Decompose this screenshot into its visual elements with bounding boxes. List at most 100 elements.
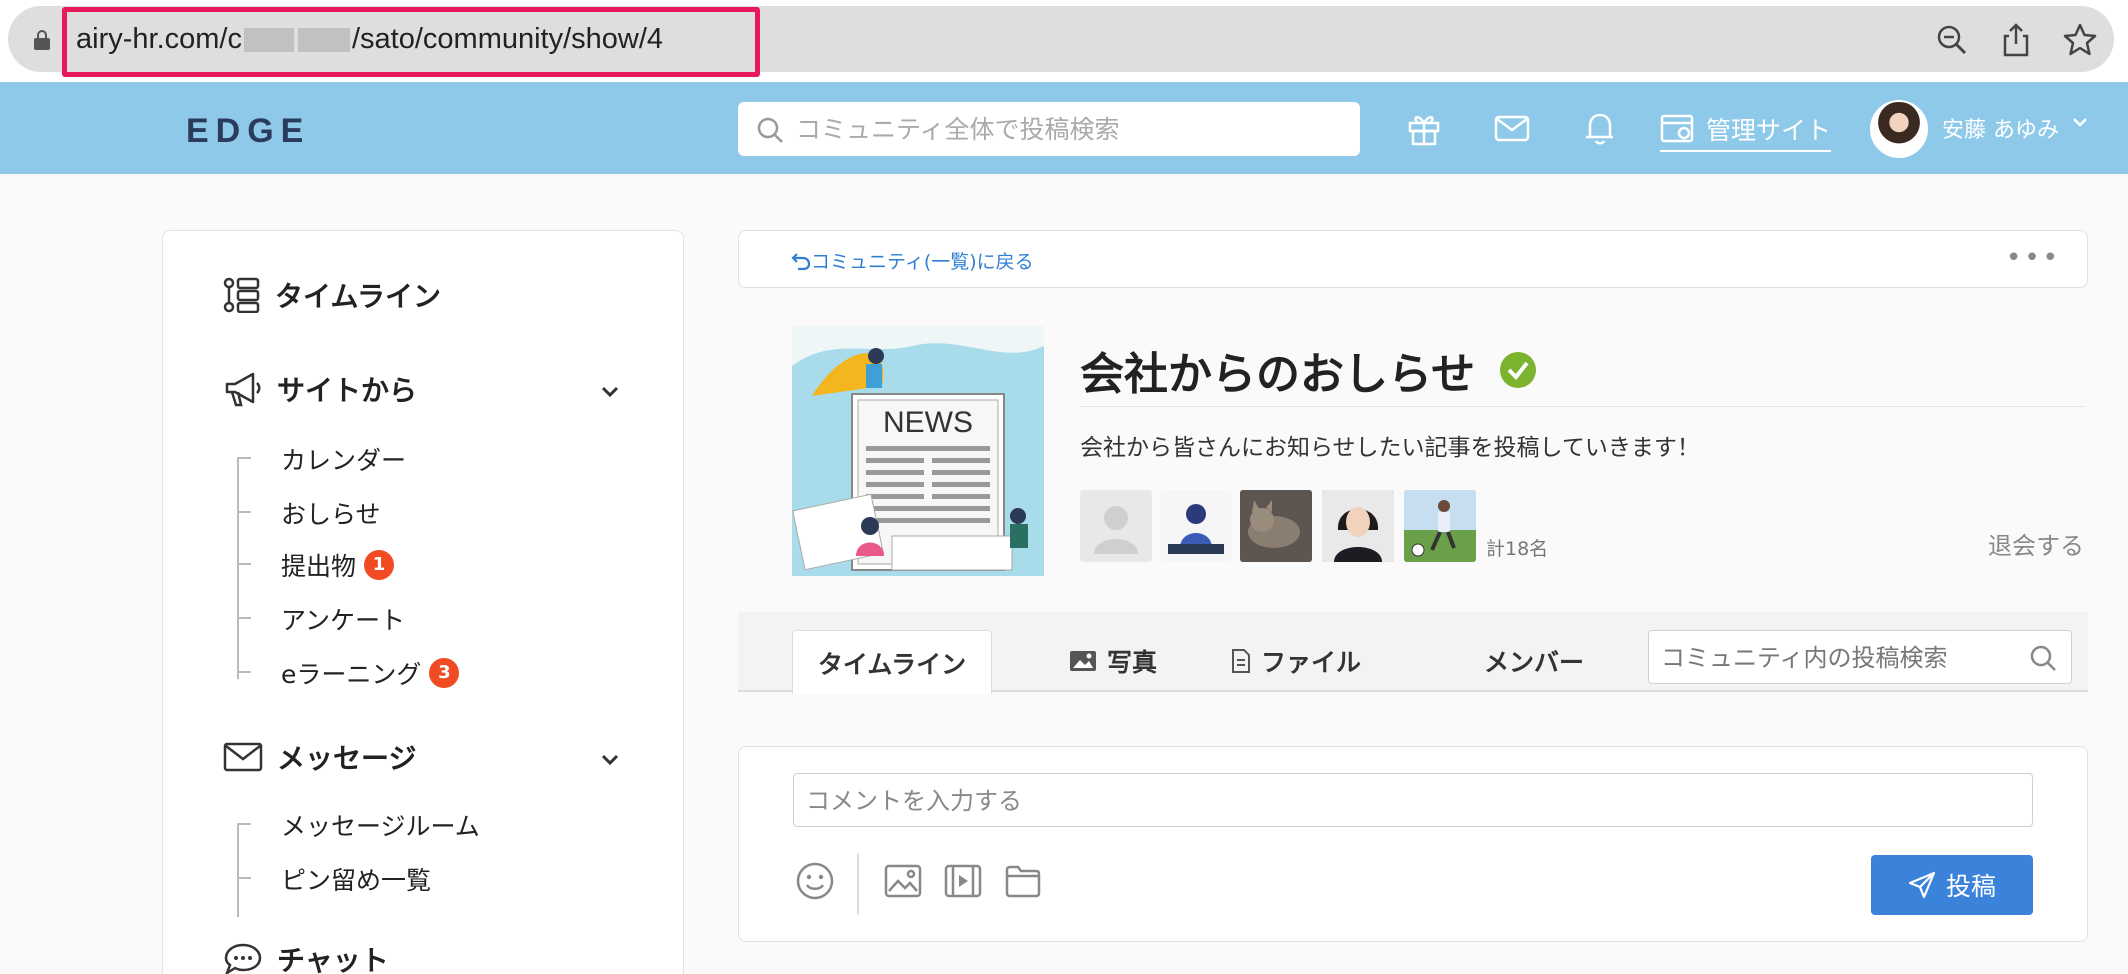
sidebar-section-chat[interactable]: チャット bbox=[223, 939, 389, 974]
search-icon[interactable] bbox=[2029, 644, 2057, 672]
tab-label: 写真 bbox=[1106, 648, 1157, 677]
sidebar-item-label: タイムライン bbox=[275, 280, 442, 313]
member-avatar[interactable] bbox=[1160, 490, 1232, 562]
global-search[interactable] bbox=[738, 102, 1360, 156]
sidebar-item-timeline[interactable]: タイムライン bbox=[223, 275, 441, 315]
image-upload-icon[interactable] bbox=[883, 861, 923, 901]
soccer-photo bbox=[1404, 490, 1476, 562]
chevron-down-icon[interactable] bbox=[2070, 112, 2090, 132]
browser-toolbar: airy-hr.com/c/sato/community/show/4 bbox=[0, 0, 2128, 82]
notification-badge: 1 bbox=[364, 550, 395, 580]
sidebar-section-label: サイトから bbox=[277, 374, 418, 407]
comment-field[interactable] bbox=[793, 773, 2033, 827]
sidebar-item-news[interactable]: おしらせ bbox=[237, 495, 381, 531]
tree-connector bbox=[237, 457, 239, 679]
community-post-search[interactable] bbox=[1648, 630, 2072, 684]
community-title-text: 会社からのおしらせ bbox=[1080, 349, 1476, 400]
sidebar-item-calendar[interactable]: カレンダー bbox=[237, 441, 407, 477]
emoji-icon[interactable] bbox=[795, 861, 835, 901]
gift-icon[interactable] bbox=[1404, 108, 1444, 148]
community-search-input[interactable] bbox=[1661, 640, 2011, 676]
user-avatar[interactable] bbox=[1870, 100, 1928, 158]
timeline-icon bbox=[223, 277, 260, 313]
community-banner-image: NEWS bbox=[792, 326, 1044, 576]
share-icon[interactable] bbox=[1998, 22, 2034, 58]
zoom-icon[interactable] bbox=[1934, 22, 1970, 58]
sidebar-item-label: アンケート bbox=[281, 606, 406, 635]
portrait-photo bbox=[1322, 490, 1394, 562]
divider bbox=[1080, 406, 2086, 407]
chevron-down-icon[interactable] bbox=[599, 749, 621, 771]
sidebar-section-site[interactable]: サイトから bbox=[223, 369, 417, 409]
member-avatar[interactable] bbox=[1080, 490, 1152, 562]
sidebar-item-label: ピン留め一覧 bbox=[281, 866, 432, 895]
megaphone-icon bbox=[225, 372, 261, 407]
search-input[interactable] bbox=[796, 110, 1336, 148]
sidebar-section-message[interactable]: メッセージ bbox=[223, 737, 416, 777]
community-tab-bar: タイムライン 写真 ファイル メンバー bbox=[738, 612, 2088, 694]
video-upload-icon[interactable] bbox=[943, 861, 983, 901]
document-icon bbox=[1231, 649, 1250, 673]
sidebar-item-elearning[interactable]: eラーニング 3 bbox=[237, 655, 460, 691]
admin-site-link[interactable]: 管理サイト bbox=[1660, 108, 1832, 152]
send-icon bbox=[1908, 871, 1936, 899]
folder-upload-icon[interactable] bbox=[1003, 861, 1043, 901]
image-icon bbox=[1069, 651, 1096, 671]
tab-label: ファイル bbox=[1260, 648, 1361, 677]
back-link-label: コミュニティ(一覧)に戻る bbox=[811, 251, 1034, 273]
tab-members[interactable]: メンバー bbox=[1454, 630, 1614, 692]
sidebar-item-message-room[interactable]: メッセージルーム bbox=[237, 807, 480, 843]
lock-icon bbox=[34, 30, 50, 50]
mail-icon bbox=[223, 742, 263, 772]
tab-timeline[interactable]: タイムライン bbox=[792, 630, 992, 694]
banner-news-text: NEWS bbox=[883, 406, 973, 439]
sidebar-section-label: メッセージ bbox=[277, 742, 417, 775]
post-button[interactable]: 投稿 bbox=[1871, 855, 2033, 915]
search-icon bbox=[757, 117, 783, 143]
sidebar-item-submissions[interactable]: 提出物 1 bbox=[237, 547, 395, 583]
app-header: EDGE 管理サイト 安藤 あゆみ bbox=[0, 82, 2128, 174]
community-description: 会社から皆さんにお知らせしたい記事を投稿していきます！ bbox=[1080, 435, 1700, 461]
comment-input[interactable] bbox=[806, 783, 2006, 819]
sidebar-item-label: メッセージルーム bbox=[281, 812, 480, 841]
member-avatar[interactable] bbox=[1322, 490, 1394, 562]
leave-community-link[interactable]: 退会する bbox=[1988, 526, 2084, 561]
tab-files[interactable]: ファイル bbox=[1216, 630, 1376, 692]
notification-badge: 3 bbox=[429, 658, 460, 688]
sidebar-item-label: eラーニング bbox=[281, 660, 422, 689]
community-nav-bar: コミュニティ(一覧)に戻る ••• bbox=[738, 230, 2088, 288]
member-avatar[interactable] bbox=[1240, 490, 1312, 562]
admin-window-icon bbox=[1660, 114, 1694, 143]
comment-composer: 投稿 bbox=[738, 746, 2088, 942]
user-name[interactable]: 安藤 あゆみ bbox=[1942, 112, 2059, 144]
cat-photo bbox=[1240, 490, 1312, 562]
verified-check-icon bbox=[1500, 352, 1537, 388]
sidebar-item-survey[interactable]: アンケート bbox=[237, 601, 406, 637]
member-count: 計18名 bbox=[1486, 538, 1549, 560]
sidebar-item-label: カレンダー bbox=[281, 446, 407, 475]
post-button-label: 投稿 bbox=[1945, 872, 1996, 901]
sidebar-item-pinned[interactable]: ピン留め一覧 bbox=[237, 861, 432, 897]
star-icon[interactable] bbox=[2062, 22, 2098, 58]
tab-photos[interactable]: 写真 bbox=[1038, 630, 1188, 692]
url-highlight-box bbox=[62, 7, 760, 77]
member-avatar[interactable] bbox=[1404, 490, 1476, 562]
back-to-communities-link[interactable]: コミュニティ(一覧)に戻る bbox=[791, 247, 1034, 274]
edge-logo[interactable]: EDGE bbox=[186, 112, 310, 151]
undo-arrow-icon bbox=[791, 252, 811, 270]
sidebar: タイムライン サイトから カレンダー おしらせ 提出物 1 アンケート eラーニン… bbox=[162, 230, 684, 974]
tab-label: メンバー bbox=[1483, 648, 1584, 677]
toolbar-divider bbox=[857, 853, 859, 915]
mail-icon[interactable] bbox=[1492, 108, 1532, 148]
admin-site-label: 管理サイト bbox=[1706, 116, 1832, 145]
chevron-down-icon[interactable] bbox=[599, 381, 621, 403]
more-options-icon[interactable]: ••• bbox=[2006, 243, 2061, 273]
chat-bubble-icon bbox=[224, 943, 262, 974]
news-illustration: NEWS bbox=[792, 326, 1044, 576]
bell-icon[interactable] bbox=[1580, 108, 1620, 148]
sidebar-section-label: チャット bbox=[277, 944, 389, 974]
person-illustration bbox=[1168, 504, 1224, 554]
sidebar-item-label: 提出物 bbox=[281, 552, 357, 581]
sidebar-item-label: おしらせ bbox=[281, 500, 381, 529]
community-title: 会社からのおしらせ bbox=[1080, 338, 1537, 402]
